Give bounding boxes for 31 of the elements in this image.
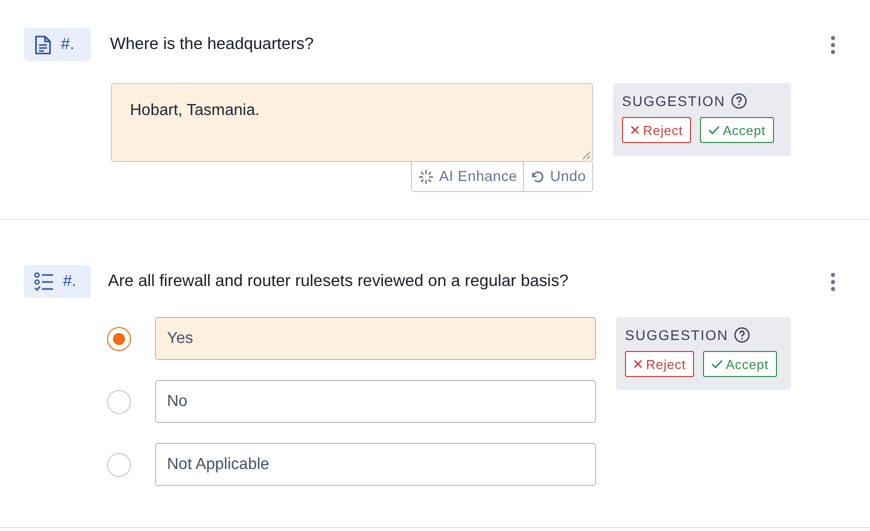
option-button[interactable]: Yes	[155, 317, 596, 360]
radio-button[interactable]	[107, 452, 131, 476]
checklist-icon	[34, 272, 54, 292]
undo-button[interactable]: Undo	[523, 162, 592, 191]
resize-handle-icon[interactable]	[582, 151, 591, 160]
more-icon[interactable]	[830, 34, 836, 54]
suggestion-label: SUGGESTION	[625, 327, 728, 343]
help-icon[interactable]	[734, 327, 750, 343]
sparkle-icon	[418, 168, 434, 184]
answer-field[interactable]: Hobart, Tasmania.	[111, 83, 593, 162]
radio-button[interactable]	[107, 390, 131, 414]
question-text: Where is the headquarters?	[110, 35, 315, 54]
help-icon[interactable]	[731, 93, 748, 109]
accept-button[interactable]: Accept	[700, 117, 774, 143]
check-icon	[710, 359, 723, 369]
question-number: #.	[61, 36, 74, 54]
more-icon[interactable]	[830, 272, 836, 292]
question-text: Are all firewall and router rulesets reviewed on a regular basis?	[108, 272, 570, 291]
check-icon	[708, 125, 720, 135]
close-icon	[630, 125, 640, 135]
document-icon	[34, 34, 52, 54]
option-button[interactable]: No	[155, 380, 596, 423]
radio-button[interactable]	[107, 326, 131, 350]
close-icon	[633, 359, 643, 369]
suggestion-label: SUGGESTION	[622, 93, 726, 109]
reject-button[interactable]: Reject	[625, 351, 694, 377]
accept-button[interactable]: Accept	[702, 351, 777, 377]
undo-icon	[530, 169, 546, 184]
reject-button[interactable]: Reject	[622, 117, 691, 143]
question-number: #.	[63, 272, 76, 290]
option-button[interactable]: Not Applicable	[155, 443, 596, 486]
